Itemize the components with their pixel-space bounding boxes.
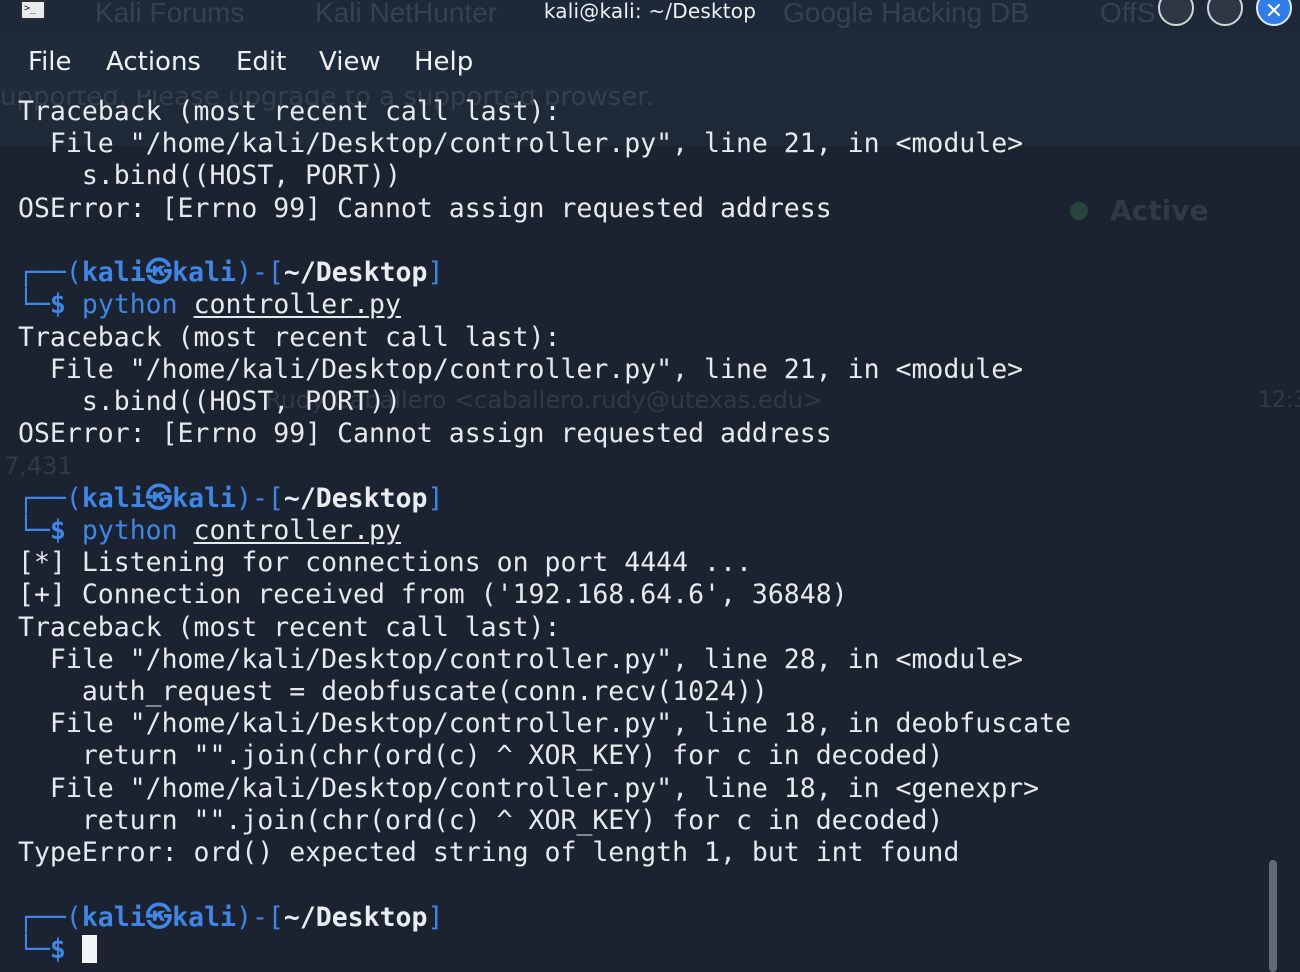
output-line: File "/home/kali/Desktop/controller.py",… bbox=[18, 354, 1024, 385]
output-line: Traceback (most recent call last): bbox=[18, 612, 561, 643]
output-line: [*] Listening for connections on port 44… bbox=[18, 547, 752, 578]
prompt-at-symbol: ㉿ bbox=[145, 902, 173, 933]
maximize-button[interactable] bbox=[1207, 0, 1243, 26]
prompt-host: kali bbox=[172, 902, 236, 933]
background-time: 12:3 bbox=[1258, 388, 1300, 413]
output-line: return "".join(chr(ord(c) ^ XOR_KEY) for… bbox=[18, 740, 944, 771]
background-count: 7,431 bbox=[4, 452, 73, 480]
prompt-path: ~/Desktop bbox=[283, 902, 428, 933]
menu-help[interactable]: Help bbox=[414, 46, 473, 78]
prompt-at-symbol: ㉿ bbox=[145, 257, 173, 288]
prompt-user: kali bbox=[81, 257, 146, 288]
prompt-header: ┌──(kali㉿kali)-[~/Desktop] bbox=[18, 483, 444, 514]
scrollbar[interactable] bbox=[1269, 860, 1277, 972]
prompt-at-symbol: ㉿ bbox=[145, 483, 173, 514]
output-line: Traceback (most recent call last): bbox=[18, 96, 561, 127]
prompt-user: kali bbox=[81, 902, 146, 933]
output-line: File "/home/kali/Desktop/controller.py",… bbox=[18, 644, 1024, 675]
output-line: s.bind((HOST, PORT)) bbox=[18, 386, 401, 417]
prompt-host: kali bbox=[172, 483, 236, 514]
menu-edit[interactable]: Edit bbox=[236, 46, 286, 78]
close-button[interactable]: ✕ bbox=[1256, 0, 1292, 26]
output-line: OSError: [Errno 99] Cannot assign reques… bbox=[18, 193, 832, 224]
minimize-button[interactable] bbox=[1158, 0, 1194, 26]
menu-file[interactable]: File bbox=[28, 46, 72, 78]
command-line: └─$ python controller.py bbox=[18, 289, 401, 320]
prompt-path: ~/Desktop bbox=[283, 257, 428, 288]
prompt-symbol: $ bbox=[49, 934, 66, 965]
output-line: TypeError: ord() expected string of leng… bbox=[18, 837, 960, 868]
menu-view[interactable]: View bbox=[319, 46, 381, 78]
output-line: File "/home/kali/Desktop/controller.py",… bbox=[18, 128, 1024, 159]
prompt-user: kali bbox=[81, 483, 146, 514]
background-status: Active bbox=[1110, 194, 1209, 227]
window-title: kali@kali: ~/Desktop bbox=[543, 0, 757, 23]
menu-actions[interactable]: Actions bbox=[106, 46, 201, 78]
close-icon: ✕ bbox=[1264, 0, 1284, 24]
prompt-symbol: $ bbox=[49, 289, 66, 320]
output-line: return "".join(chr(ord(c) ^ XOR_KEY) for… bbox=[18, 805, 944, 836]
output-line: s.bind((HOST, PORT)) bbox=[18, 160, 401, 191]
output-line: File "/home/kali/Desktop/controller.py",… bbox=[18, 708, 1071, 739]
command-arg: controller.py bbox=[193, 289, 401, 320]
text-cursor bbox=[81, 935, 97, 963]
output-line: [+] Connection received from ('192.168.6… bbox=[18, 579, 848, 610]
terminal-output[interactable]: upported. Please upgrade to a supported … bbox=[0, 90, 1300, 972]
current-command-line[interactable]: └─$ bbox=[18, 934, 97, 966]
prompt-header: ┌──(kali㉿kali)-[~/Desktop] bbox=[18, 902, 444, 933]
command-arg: controller.py bbox=[193, 515, 401, 546]
background-status-dot bbox=[1070, 202, 1088, 220]
prompt-path: ~/Desktop bbox=[283, 483, 428, 514]
prompt-host: kali bbox=[172, 257, 236, 288]
prompt-header: ┌──(kali㉿kali)-[~/Desktop] bbox=[18, 257, 444, 288]
title-bar: Kali Forums Kali NetHunter Google Hackin… bbox=[0, 0, 1300, 34]
command-name: python bbox=[81, 515, 178, 546]
output-line: Traceback (most recent call last): bbox=[18, 322, 561, 353]
output-line: auth_request = deobfuscate(conn.recv(102… bbox=[18, 676, 768, 707]
output-line: File "/home/kali/Desktop/controller.py",… bbox=[18, 773, 1040, 804]
output-line: OSError: [Errno 99] Cannot assign reques… bbox=[18, 418, 832, 449]
command-line: └─$ python controller.py bbox=[18, 515, 401, 546]
prompt-symbol: $ bbox=[49, 515, 66, 546]
command-name: python bbox=[81, 289, 178, 320]
menu-bar: File Actions Edit View Help bbox=[0, 34, 1300, 90]
